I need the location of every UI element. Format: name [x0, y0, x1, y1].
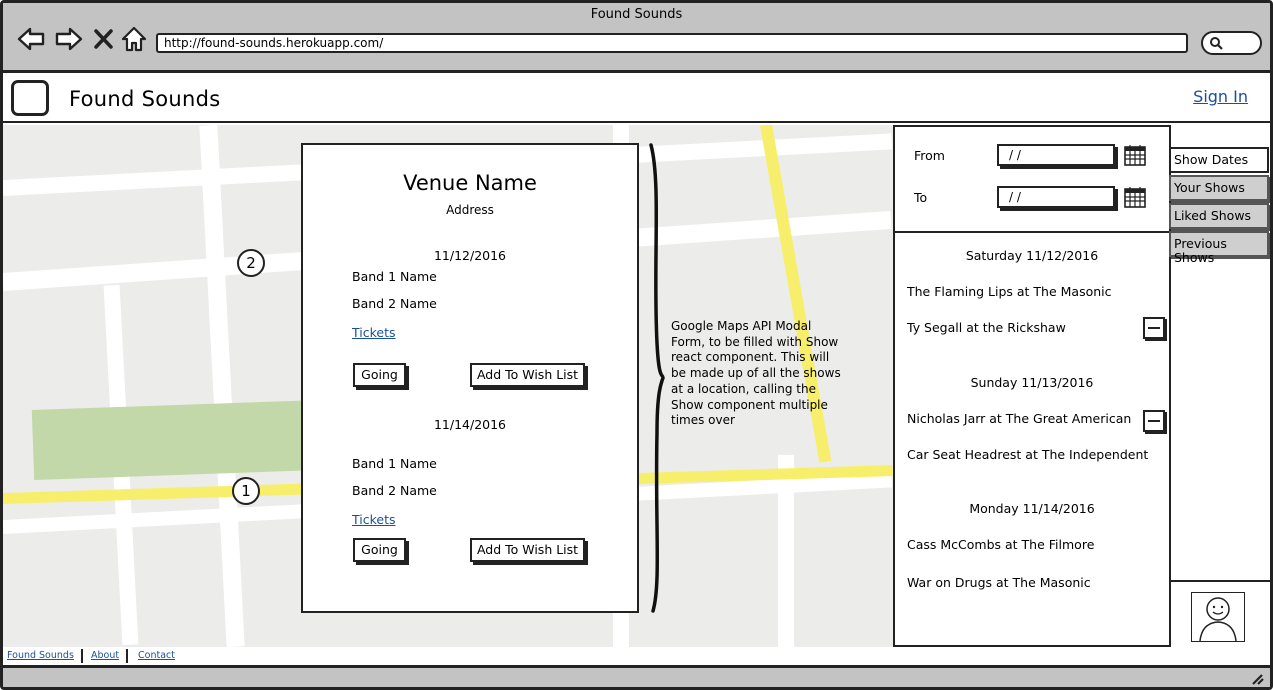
- browser-window: Found Sounds http://found-sounds.herokua…: [0, 0, 1273, 690]
- browser-search-field[interactable]: [1201, 31, 1262, 55]
- show-item[interactable]: Nicholas Jarr at The Great American: [907, 411, 1131, 426]
- avatar[interactable]: [1191, 592, 1245, 642]
- day-heading: Sunday 11/13/2016: [970, 375, 1094, 390]
- tickets-link[interactable]: Tickets: [352, 325, 396, 340]
- show-item[interactable]: Cass McCombs at The Filmore: [907, 537, 1094, 552]
- footer-link-found-sounds[interactable]: Found Sounds: [7, 650, 74, 661]
- remove-show-button[interactable]: [1143, 317, 1165, 339]
- close-icon[interactable]: [93, 25, 115, 53]
- forward-arrow-icon[interactable]: [55, 25, 83, 53]
- band-name: Band 2 Name: [352, 483, 437, 498]
- url-bar[interactable]: http://found-sounds.herokuapp.com/: [156, 33, 1188, 53]
- tab-show-dates[interactable]: Show Dates: [1169, 147, 1269, 173]
- calendar-icon[interactable]: [1124, 186, 1146, 208]
- from-date-input[interactable]: / /: [997, 144, 1115, 166]
- venue-name: Venue Name: [403, 171, 537, 195]
- footer-separator: [81, 649, 83, 663]
- to-date-input[interactable]: / /: [997, 186, 1115, 208]
- map-marker[interactable]: 1: [232, 477, 260, 505]
- logo-placeholder: [11, 80, 49, 116]
- back-arrow-icon[interactable]: [17, 25, 45, 53]
- show-item[interactable]: The Flaming Lips at The Masonic: [907, 284, 1112, 299]
- add-to-wish-list-button[interactable]: Add To Wish List: [470, 538, 585, 562]
- panel-divider: [895, 231, 1169, 233]
- day-heading: Monday 11/14/2016: [969, 501, 1095, 516]
- venue-address: Address: [446, 203, 494, 217]
- show-date: 11/14/2016: [433, 417, 507, 432]
- band-name: Band 1 Name: [352, 456, 437, 471]
- browser-toolbar: Found Sounds http://found-sounds.herokua…: [3, 3, 1270, 73]
- footer-link-about[interactable]: About: [91, 650, 119, 661]
- footer: Found Sounds About Contact: [3, 647, 1270, 665]
- day-heading: Saturday 11/12/2016: [965, 248, 1099, 263]
- app-title: Found Sounds: [69, 87, 221, 111]
- add-to-wish-list-button[interactable]: Add To Wish List: [470, 363, 585, 387]
- window-title: Found Sounds: [590, 7, 683, 22]
- tab-previous-shows[interactable]: Previous Shows: [1169, 231, 1269, 265]
- curly-brace: [649, 143, 665, 613]
- tab-your-shows[interactable]: Your Shows: [1169, 175, 1269, 201]
- show-date: 11/12/2016: [433, 248, 507, 263]
- footer-separator: [126, 649, 128, 663]
- search-icon: [1210, 37, 1223, 50]
- park-area: [31, 400, 305, 480]
- resize-grip-icon[interactable]: [1250, 673, 1264, 685]
- venue-modal: Venue Name Address 11/12/2016 Band 1 Nam…: [301, 143, 639, 613]
- app-header: Found Sounds Sign In: [3, 73, 1270, 123]
- calendar-icon[interactable]: [1124, 144, 1146, 166]
- sign-in-link[interactable]: Sign In: [1193, 87, 1248, 106]
- show-item[interactable]: War on Drugs at The Masonic: [907, 575, 1091, 590]
- from-label: From: [914, 148, 945, 163]
- footer-link-contact[interactable]: Contact: [138, 650, 175, 661]
- band-name: Band 1 Name: [352, 269, 437, 284]
- show-item[interactable]: Ty Segall at the Rickshaw: [907, 320, 1066, 335]
- avatar-area: [1169, 580, 1270, 647]
- band-name: Band 2 Name: [352, 296, 437, 311]
- schedule-panel: From / / To / / Saturday 11/12/2016 The …: [893, 125, 1171, 647]
- tab-liked-shows[interactable]: Liked Shows: [1169, 203, 1269, 229]
- map-marker[interactable]: 2: [237, 249, 265, 277]
- to-label: To: [914, 190, 928, 205]
- show-item[interactable]: Car Seat Headrest at The Independent: [907, 447, 1148, 462]
- home-icon[interactable]: [120, 25, 148, 53]
- going-button[interactable]: Going: [353, 538, 406, 562]
- annotation-note: Google Maps API Modal Form, to be filled…: [671, 319, 841, 428]
- going-button[interactable]: Going: [353, 363, 406, 387]
- status-bar: [3, 665, 1270, 687]
- remove-show-button[interactable]: [1143, 410, 1165, 432]
- user-icon: [1199, 597, 1237, 642]
- tickets-link[interactable]: Tickets: [352, 512, 396, 527]
